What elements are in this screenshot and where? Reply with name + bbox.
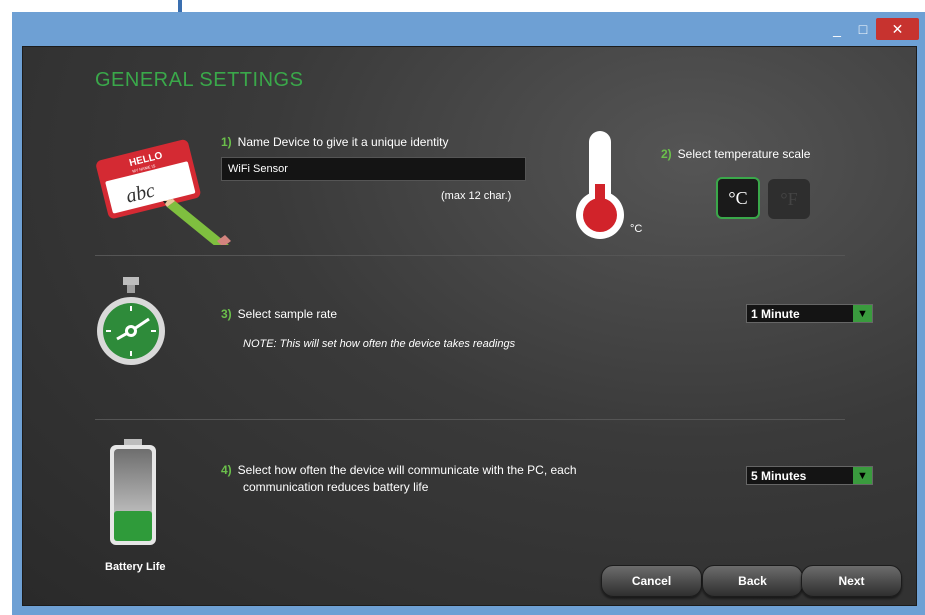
device-name-input[interactable] xyxy=(221,157,526,181)
settings-window: _ □ ✕ GENERAL SETTINGS HELLO MY NAME IS … xyxy=(12,12,925,615)
max-char-hint: (max 12 char.) xyxy=(441,190,512,202)
chevron-down-icon[interactable]: ▼ xyxy=(853,467,872,484)
minimize-icon: _ xyxy=(833,21,841,37)
step-number-2: 2) xyxy=(661,147,672,161)
device-name-label: 1) Name Device to give it a unique identi… xyxy=(221,135,448,149)
battery-life-label: Battery Life xyxy=(105,561,166,573)
name-tag-icon: HELLO MY NAME IS abc xyxy=(96,139,231,245)
celsius-button[interactable]: °C xyxy=(716,177,760,219)
step-number-4: 4) xyxy=(221,463,232,477)
battery-icon xyxy=(110,439,156,545)
background-left-strip xyxy=(0,0,12,615)
close-button[interactable]: ✕ xyxy=(876,18,919,40)
step-number-1: 1) xyxy=(221,135,232,149)
sample-rate-note: NOTE: This will set how often the device… xyxy=(243,338,516,350)
communication-label: 4) Select how often the device will commu… xyxy=(221,462,577,496)
stopwatch-icon xyxy=(97,277,165,365)
next-button[interactable]: Next xyxy=(801,565,902,597)
pencil-icon xyxy=(163,199,231,245)
step-number-3: 3) xyxy=(221,307,232,321)
sample-rate-dropdown[interactable]: 1 Minute ▼ xyxy=(746,304,873,323)
temperature-scale-label-text: Select temperature scale xyxy=(677,147,811,161)
thermometer-icon xyxy=(576,131,624,239)
communication-label-line1: Select how often the device will communi… xyxy=(237,463,577,477)
sample-rate-label: 3) Select sample rate xyxy=(221,307,337,321)
back-button[interactable]: Back xyxy=(702,565,803,597)
sample-rate-label-text: Select sample rate xyxy=(237,307,338,321)
divider-2 xyxy=(95,419,845,420)
minimize-button[interactable]: _ xyxy=(824,18,850,40)
fahrenheit-button[interactable]: °F xyxy=(768,179,810,219)
page-title: GENERAL SETTINGS xyxy=(95,69,304,91)
divider-1 xyxy=(95,255,845,256)
maximize-icon: □ xyxy=(858,21,868,37)
device-name-label-text: Name Device to give it a unique identity xyxy=(237,135,449,149)
thermometer-unit: °C xyxy=(630,223,643,235)
chevron-down-icon[interactable]: ▼ xyxy=(853,305,872,322)
close-icon: ✕ xyxy=(891,20,904,37)
temperature-scale-label: 2) Select temperature scale xyxy=(661,147,810,161)
cancel-button[interactable]: Cancel xyxy=(601,565,702,597)
communication-rate-value: 5 Minutes xyxy=(751,469,807,483)
title-bar: _ □ ✕ xyxy=(12,12,925,46)
communication-rate-dropdown[interactable]: 5 Minutes ▼ xyxy=(746,466,873,485)
sample-rate-value: 1 Minute xyxy=(751,307,800,321)
settings-panel: GENERAL SETTINGS HELLO MY NAME IS abc 1)… xyxy=(22,46,917,606)
background-line xyxy=(178,0,182,12)
communication-label-line2: communication reduces battery life xyxy=(243,480,429,494)
maximize-button[interactable]: □ xyxy=(850,18,876,40)
